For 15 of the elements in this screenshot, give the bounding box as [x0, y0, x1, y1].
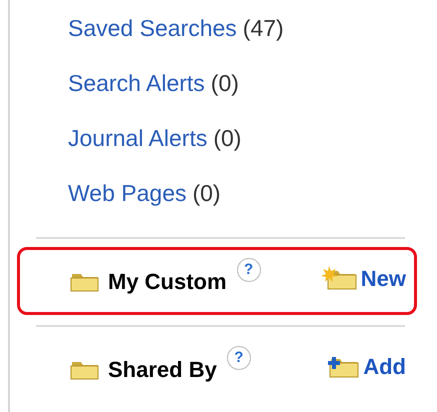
folder-action-link[interactable]: New — [320, 262, 406, 294]
item-count: (0) — [210, 69, 239, 98]
item-count: (0) — [192, 179, 221, 208]
saved-item-link[interactable]: Web Pages — [68, 178, 186, 209]
help-button[interactable]: ? — [226, 346, 251, 370]
item-count: (47) — [242, 14, 284, 43]
saved-item-link[interactable]: Journal Alerts — [68, 123, 208, 154]
saved-item-link[interactable]: Search Alerts — [68, 68, 205, 99]
folder-action-link[interactable]: Add — [323, 350, 406, 382]
folder-title: My Custom — [108, 268, 227, 296]
saved-item-link[interactable]: Saved Searches — [68, 13, 237, 44]
help-button[interactable]: ? — [236, 258, 261, 282]
item-count: (0) — [213, 124, 242, 153]
new-folder-icon — [320, 265, 357, 291]
folder-title: Shared By — [108, 356, 217, 384]
